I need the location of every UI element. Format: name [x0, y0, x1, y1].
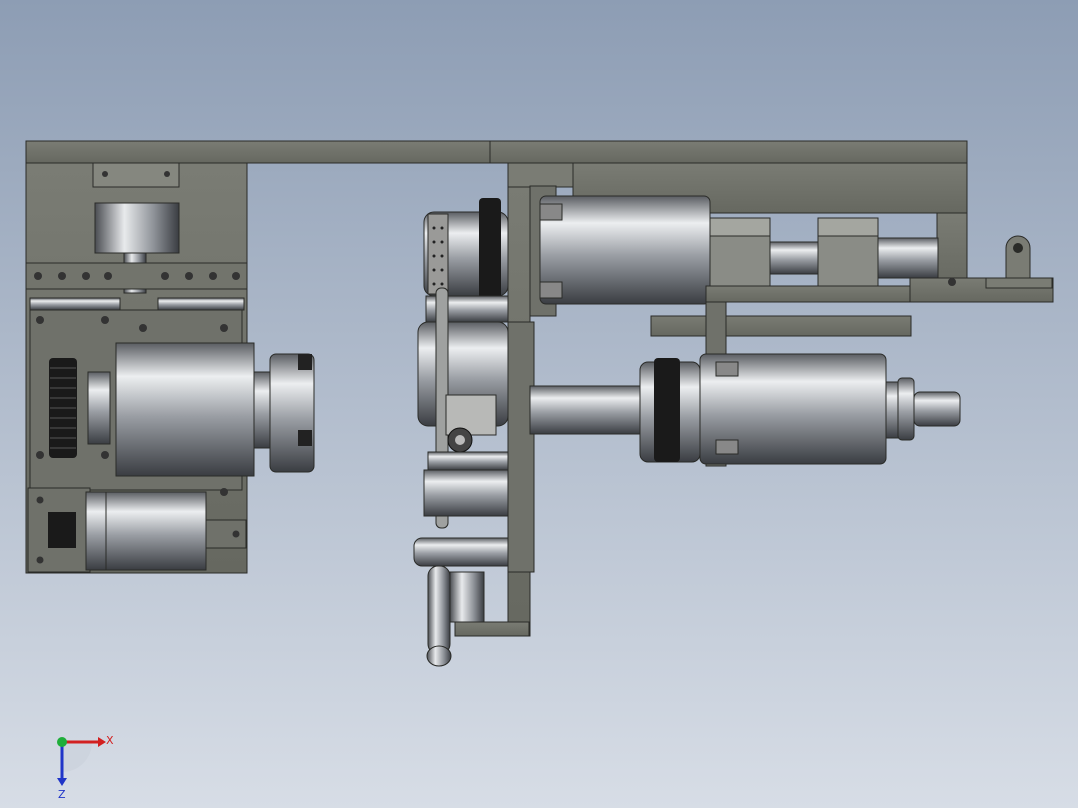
graphics-viewport[interactable]: X Z: [0, 0, 1078, 808]
orientation-triad: X Z: [40, 720, 120, 801]
y-axis-dot: [57, 737, 67, 747]
z-axis-arrowhead: [57, 778, 67, 786]
z-axis-label: Z: [58, 788, 66, 800]
top-frame-beam[interactable]: [25, 140, 968, 164]
x-axis-label: X: [106, 734, 114, 747]
triad-plane: [62, 742, 92, 772]
cad-model-view[interactable]: [0, 0, 1078, 808]
x-axis-arrowhead: [98, 737, 106, 747]
